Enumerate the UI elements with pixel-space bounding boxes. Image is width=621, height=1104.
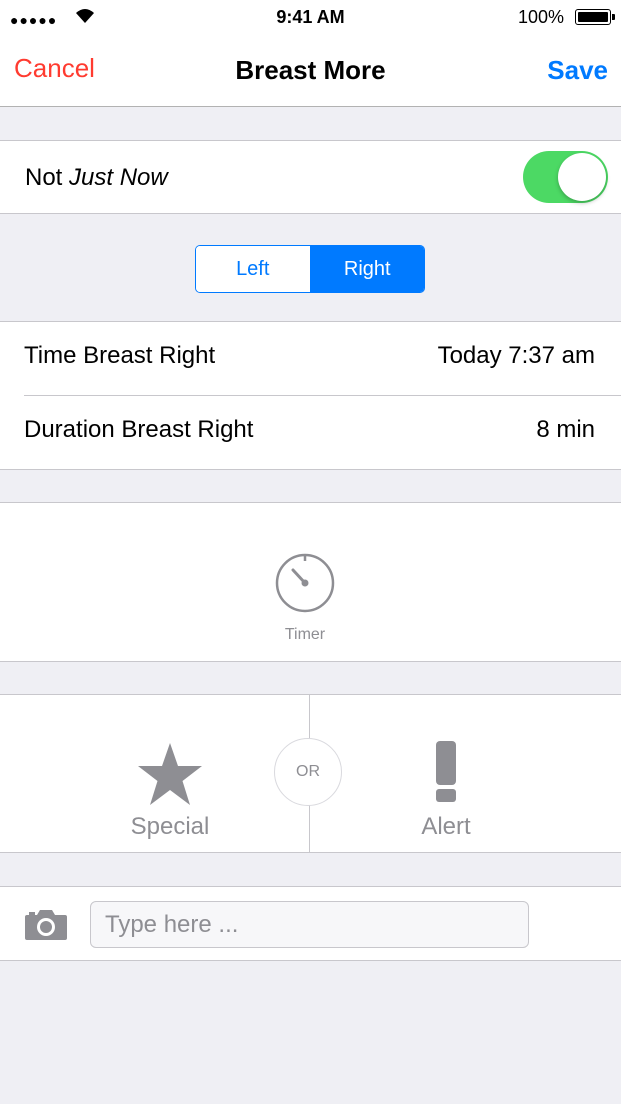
navigation-bar: Cancel Breast More Save xyxy=(0,34,621,107)
timer-label: Timer xyxy=(284,626,326,643)
time-value: Today 7:37 am xyxy=(437,342,595,369)
not-just-now-label: Not Just Now xyxy=(25,164,168,191)
note-input[interactable] xyxy=(90,901,529,948)
page-title: Breast More xyxy=(235,55,386,85)
special-label: Special xyxy=(130,813,210,840)
side-segmented-control: Left Right xyxy=(195,245,425,293)
star-icon xyxy=(138,743,202,805)
note-input-section xyxy=(0,886,621,961)
or-badge: OR xyxy=(274,738,342,806)
save-button[interactable]: Save xyxy=(547,55,608,86)
flags-section: Special OR Alert xyxy=(0,694,621,853)
details-section: Time Breast Right Today 7:37 am Duration… xyxy=(0,321,621,470)
special-button[interactable]: Special xyxy=(90,735,250,847)
status-bar: ●●●●● 9:41 AM 100% xyxy=(0,0,621,34)
not-just-now-row: Not Just Now xyxy=(0,140,621,214)
duration-label: Duration Breast Right xyxy=(24,416,254,443)
duration-value: 8 min xyxy=(536,416,595,443)
exclamation-icon xyxy=(436,741,456,802)
alert-button[interactable]: Alert xyxy=(366,735,526,847)
segment-right[interactable]: Right xyxy=(310,246,424,292)
segment-left[interactable]: Left xyxy=(196,246,311,292)
alert-label: Alert xyxy=(421,813,471,840)
not-just-now-toggle[interactable] xyxy=(523,151,608,203)
timer-icon xyxy=(275,553,335,613)
toggle-knob xyxy=(558,153,606,201)
camera-button[interactable] xyxy=(24,907,68,941)
camera-icon xyxy=(25,910,67,940)
battery-icon xyxy=(575,9,615,25)
timer-section: Timer xyxy=(0,502,621,662)
time-row[interactable]: Time Breast Right Today 7:37 am xyxy=(24,322,621,395)
time-label: Time Breast Right xyxy=(24,342,216,369)
timer-button[interactable]: Timer xyxy=(258,549,352,649)
duration-row[interactable]: Duration Breast Right 8 min xyxy=(24,395,621,469)
battery-percent: 100% xyxy=(517,7,564,27)
